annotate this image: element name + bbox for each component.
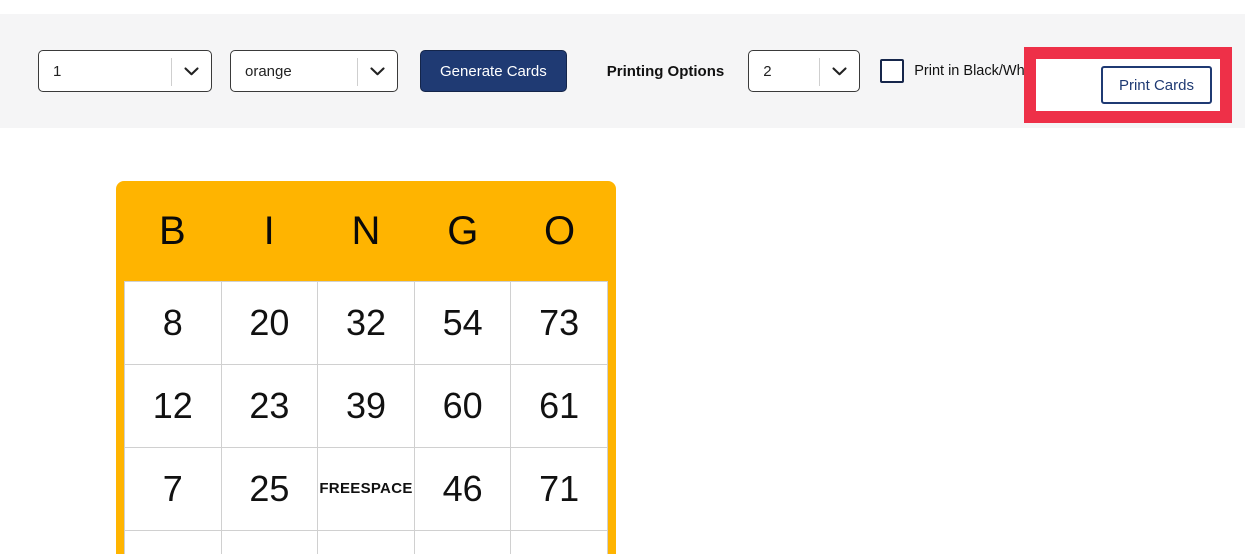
card-color-select[interactable]: orange <box>230 50 398 92</box>
bingo-cell[interactable]: 8 <box>125 282 222 365</box>
bingo-cell[interactable]: 61 <box>511 365 608 448</box>
chevron-down-icon[interactable] <box>358 51 397 91</box>
bingo-cell[interactable]: 54 <box>415 282 512 365</box>
bingo-card: B I N G O 8 20 32 54 73 12 23 39 60 61 7… <box>116 181 616 554</box>
card-color-value: orange <box>231 64 292 79</box>
bingo-header-letter: B <box>124 211 221 251</box>
bingo-cell[interactable]: 71 <box>511 448 608 531</box>
annotation-inner-area: Print Cards <box>1036 59 1220 111</box>
bingo-header-letter: G <box>414 211 511 251</box>
bingo-cell[interactable]: 25 <box>222 448 319 531</box>
bingo-cell[interactable]: 60 <box>415 365 512 448</box>
bingo-card-header: B I N G O <box>124 181 608 281</box>
print-black-white-checkbox[interactable] <box>880 59 904 83</box>
print-black-white-label: Print in Black/White <box>914 63 1040 79</box>
bingo-cell[interactable] <box>125 531 222 554</box>
bingo-cell[interactable]: 39 <box>318 365 415 448</box>
bingo-cell[interactable]: 46 <box>415 448 512 531</box>
bingo-free-space-cell[interactable]: FREE SPACE <box>318 448 415 531</box>
bingo-header-letter: N <box>318 211 415 251</box>
bingo-cell[interactable] <box>415 531 512 554</box>
chevron-down-icon[interactable] <box>172 51 211 91</box>
generate-cards-button[interactable]: Generate Cards <box>420 50 567 92</box>
number-of-cards-value: 1 <box>39 64 61 79</box>
bingo-header-letter: I <box>221 211 318 251</box>
bingo-cell[interactable] <box>222 531 319 554</box>
annotation-highlight-box: Print Cards <box>1024 47 1232 123</box>
bingo-cell[interactable]: 7 <box>125 448 222 531</box>
number-of-cards-select[interactable]: 1 <box>38 50 212 92</box>
chevron-down-icon[interactable] <box>820 51 859 91</box>
printing-options-value: 2 <box>749 64 771 79</box>
printing-options-select[interactable]: 2 <box>748 50 860 92</box>
printing-options-label: Printing Options <box>607 63 725 80</box>
print-black-white-checkbox-group[interactable]: Print in Black/White <box>880 59 1040 83</box>
bingo-cell[interactable] <box>318 531 415 554</box>
bingo-cell[interactable]: 20 <box>222 282 319 365</box>
free-space-line-2: SPACE <box>361 480 413 497</box>
bingo-cell[interactable]: 23 <box>222 365 319 448</box>
bingo-cell[interactable]: 12 <box>125 365 222 448</box>
bingo-header-letter: O <box>511 211 608 251</box>
bingo-cell[interactable] <box>511 531 608 554</box>
bingo-cell[interactable]: 73 <box>511 282 608 365</box>
bingo-cell[interactable]: 32 <box>318 282 415 365</box>
page-root: 1 orange Generate Cards Printing Options <box>0 0 1245 554</box>
bingo-number-grid: 8 20 32 54 73 12 23 39 60 61 7 25 FREE S… <box>124 281 608 554</box>
toolbar-controls-row: 1 orange Generate Cards Printing Options <box>38 14 1040 128</box>
print-cards-button[interactable]: Print Cards <box>1101 66 1212 104</box>
controls-toolbar: 1 orange Generate Cards Printing Options <box>0 14 1245 128</box>
free-space-line-1: FREE <box>319 480 360 497</box>
